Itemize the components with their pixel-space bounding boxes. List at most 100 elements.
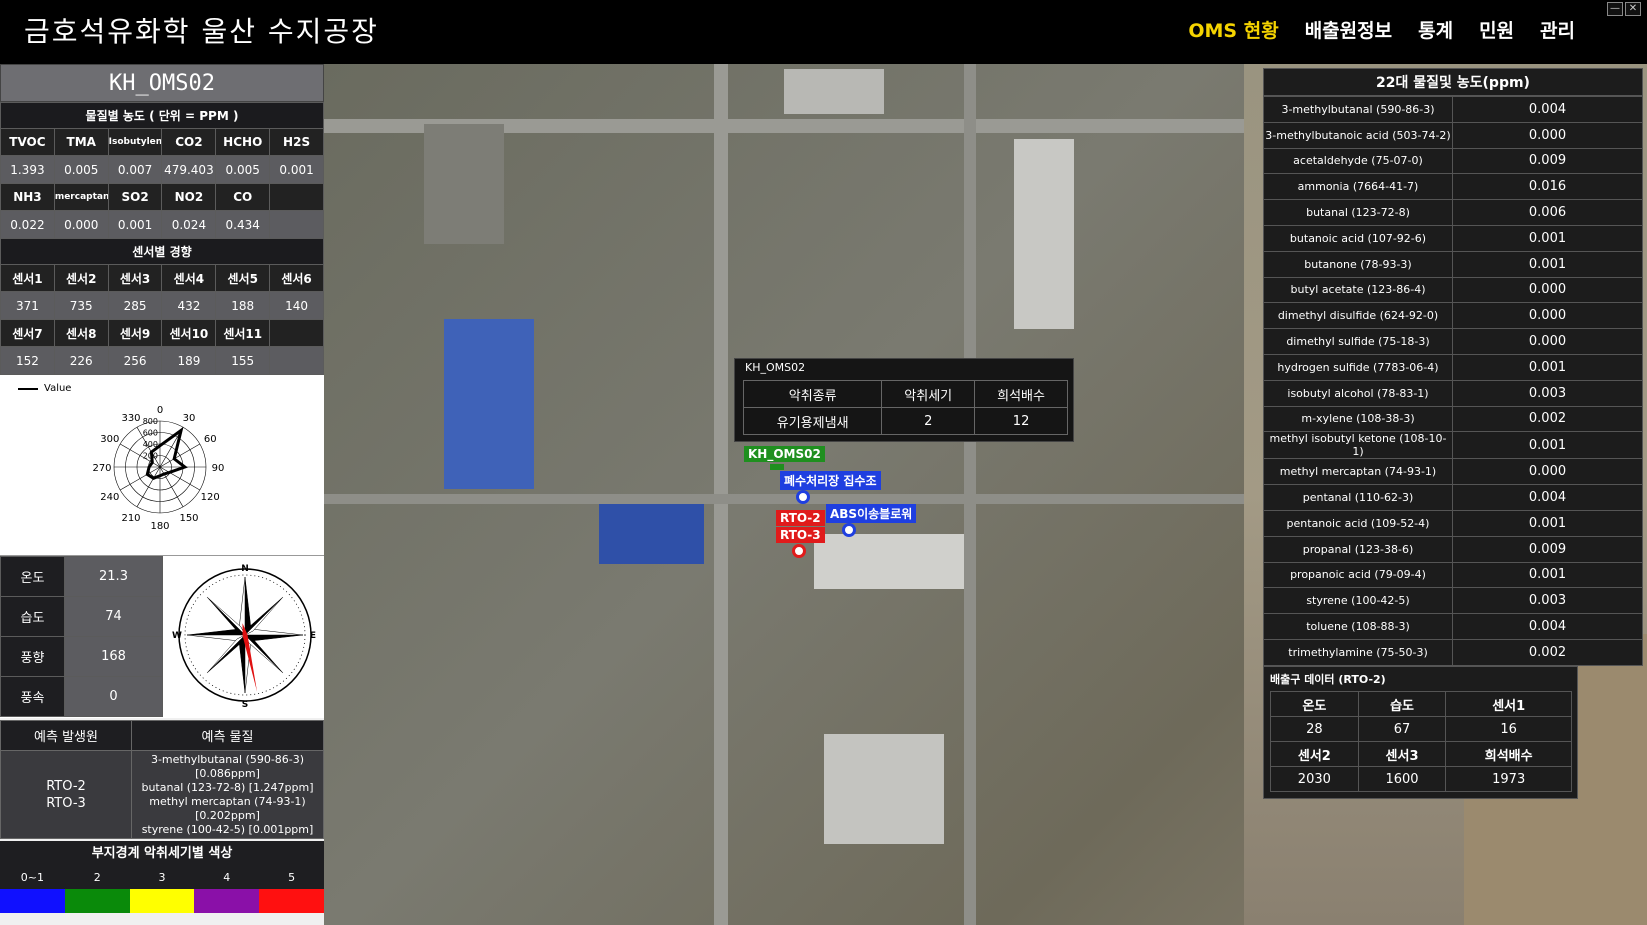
close-icon[interactable]: ✕ bbox=[1625, 2, 1641, 16]
emission-panel-title: 배출구 데이터 (RTO-2) bbox=[1270, 673, 1386, 686]
header-cell: CO2 bbox=[161, 128, 217, 156]
rto2-marker-label[interactable]: RTO-2 bbox=[776, 510, 825, 526]
substance-name: toluene (108-88-3) bbox=[1263, 613, 1453, 640]
predicted-source-header: 예측 발생원 bbox=[0, 720, 132, 751]
value-cell: 0.001 bbox=[107, 210, 163, 239]
substance-value: 0.001 bbox=[1452, 561, 1643, 589]
radar-spoke bbox=[159, 466, 200, 491]
value-cell: 12 bbox=[974, 407, 1068, 435]
table-row: 풍속 0 bbox=[0, 676, 163, 717]
legend-color-swatch bbox=[194, 889, 260, 913]
rto3-marker-label[interactable]: RTO-3 bbox=[776, 527, 825, 543]
header-cell: 습도 bbox=[1357, 691, 1447, 717]
nav-complaints[interactable]: 민원 bbox=[1479, 16, 1514, 43]
legend-label: Value bbox=[44, 383, 72, 394]
header-cell: 센서10 bbox=[161, 319, 217, 347]
substance-line: styrene (100-42-5) [0.001ppm] bbox=[141, 822, 314, 836]
substance-name: pentanal (110-62-3) bbox=[1263, 484, 1453, 511]
value-cell: 2030 bbox=[1270, 766, 1359, 792]
station-popup: KH_OMS02 악취종류 악취세기 희석배수 유기용제냄새 2 12 bbox=[734, 358, 1074, 442]
value-cell: 28 bbox=[1270, 716, 1359, 742]
substance-line: methyl mercaptan (74-93-1) bbox=[149, 794, 306, 808]
radar-svg: 0306090120150180210240270300330 800600400… bbox=[92, 405, 225, 532]
compass-s-letter: S bbox=[242, 700, 248, 710]
abs-blower-marker-label[interactable]: ABS이송블로워 bbox=[826, 504, 917, 523]
radar-angle-label: 270 bbox=[92, 463, 111, 474]
header-cell: 센서9 bbox=[107, 319, 163, 347]
station-marker-icon[interactable] bbox=[770, 464, 784, 470]
table-row: butyl acetate (123-86-4) 0.000 bbox=[1263, 276, 1643, 304]
weather-panel: 온도 21.3 습도 74 풍향 168 풍속 0 N E S W bbox=[0, 556, 324, 718]
substance-value: 0.009 bbox=[1452, 147, 1643, 175]
substance-value: 0.003 bbox=[1452, 587, 1643, 615]
substance-name: butanone (78-93-3) bbox=[1263, 250, 1453, 278]
value-cell: 0.434 bbox=[215, 210, 271, 239]
value-cell: 189 bbox=[161, 346, 217, 375]
main-nav: OMS 현황 배출원정보 통계 민원 관리 bbox=[1188, 16, 1575, 43]
table-row: butanoic acid (107-92-6) 0.001 bbox=[1263, 224, 1643, 252]
table-row: 예측 발생원 예측 물질 bbox=[0, 720, 324, 751]
value-cell: 0.005 bbox=[215, 155, 271, 184]
legend-color-swatch bbox=[64, 889, 130, 913]
substance-panel-title: 22대 물질및 농도(ppm) bbox=[1263, 68, 1643, 96]
nav-statistics[interactable]: 통계 bbox=[1418, 16, 1453, 43]
legend-color-swatch bbox=[0, 889, 65, 913]
emission-table: 온도 습도 센서1 28 67 16 센서2 센서3 희석배수 2030 160… bbox=[1270, 691, 1572, 792]
radar-angle-label: 150 bbox=[179, 513, 198, 524]
header-cell: TVOC bbox=[0, 128, 55, 156]
radar-angle-label: 90 bbox=[212, 463, 225, 474]
value-cell bbox=[269, 346, 324, 375]
compass-e-letter: E bbox=[310, 631, 316, 641]
substance-name: styrene (100-42-5) bbox=[1263, 587, 1453, 615]
station-marker-label[interactable]: KH_OMS02 bbox=[744, 446, 825, 462]
substance-name: butyl acetate (123-86-4) bbox=[1263, 276, 1453, 304]
nav-emission-source-info[interactable]: 배출원정보 bbox=[1305, 16, 1392, 43]
map-building bbox=[1014, 139, 1074, 329]
minimize-icon[interactable]: — bbox=[1607, 2, 1623, 16]
predicted-substances: 3-methylbutanal (590-86-3) [0.086ppm] bu… bbox=[131, 750, 324, 839]
table-row: 악취종류 악취세기 희석배수 bbox=[742, 380, 1068, 408]
value-cell: 155 bbox=[215, 346, 271, 375]
window-controls: — ✕ bbox=[1607, 2, 1641, 16]
abs-blower-marker-icon[interactable] bbox=[842, 523, 856, 537]
wastewater-marker-icon[interactable] bbox=[796, 490, 810, 504]
header-cell: H2S bbox=[269, 128, 324, 156]
value-cell: 226 bbox=[53, 346, 109, 375]
app-header: 금호석유화학 울산 수지공장 OMS 현황 배출원정보 통계 민원 관리 — ✕ bbox=[0, 0, 1647, 64]
compass-rose-icon: N E S W bbox=[172, 564, 316, 710]
nav-oms-status[interactable]: OMS 현황 bbox=[1188, 16, 1278, 43]
value-cell: 0.005 bbox=[53, 155, 109, 184]
value-cell: 188 bbox=[215, 291, 271, 320]
table-row: RTO-2 RTO-3 3-methylbutanal (590-86-3) [… bbox=[0, 750, 324, 839]
value-cell: 1600 bbox=[1357, 766, 1447, 792]
map-building bbox=[599, 504, 704, 564]
map-tank-area bbox=[424, 124, 504, 244]
table-row: methyl mercaptan (74-93-1) 0.000 bbox=[1263, 458, 1643, 486]
wind-direction-label: 풍향 bbox=[0, 636, 65, 677]
radar-legend: Value bbox=[18, 383, 71, 394]
substance-name: dimethyl sulfide (75-18-3) bbox=[1263, 328, 1453, 355]
substance-name: dimethyl disulfide (624-92-0) bbox=[1263, 302, 1453, 330]
nav-management[interactable]: 관리 bbox=[1540, 16, 1575, 43]
rto-marker-icon[interactable] bbox=[792, 544, 806, 558]
header-cell: Isobutylene bbox=[107, 128, 163, 156]
substance-value: 0.001 bbox=[1452, 509, 1643, 537]
header-cell: 센서7 bbox=[0, 319, 55, 347]
table-row: 센서7 센서8 센서9 센서10 센서11 bbox=[0, 319, 324, 347]
station-title: KH_OMS02 bbox=[0, 64, 324, 102]
substance-name: 3-methylbutanal (590-86-3) bbox=[1263, 96, 1453, 123]
wastewater-marker-label[interactable]: 폐수처리장 집수조 bbox=[780, 471, 881, 490]
radar-angle-label: 60 bbox=[204, 434, 217, 445]
app-title: 금호석유화학 울산 수지공장 bbox=[24, 15, 379, 48]
value-cell: 735 bbox=[53, 291, 109, 320]
header-cell: 센서3 bbox=[1357, 741, 1447, 767]
value-cell: 0.001 bbox=[269, 155, 324, 184]
legend-level-label: 3 bbox=[158, 871, 166, 884]
header-cell: NO2 bbox=[161, 183, 217, 211]
popup-title: KH_OMS02 bbox=[745, 361, 806, 374]
value-cell: 140 bbox=[269, 291, 324, 320]
value-cell: 256 bbox=[107, 346, 163, 375]
wind-speed-label: 풍속 bbox=[0, 676, 65, 717]
odor-color-legend-labels: 0~1 2 3 4 5 bbox=[0, 867, 324, 889]
header-cell: 센서2 bbox=[53, 264, 109, 292]
